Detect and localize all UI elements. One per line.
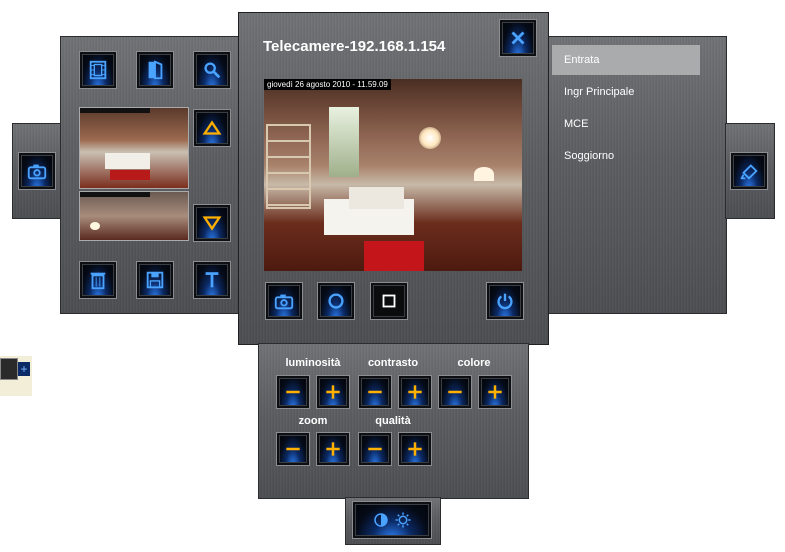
door-button[interactable] <box>137 52 173 88</box>
mini-widget-icon <box>0 358 18 380</box>
thumbnail-1[interactable] <box>79 107 189 189</box>
camera-list-item-soggiorno[interactable]: Soggiorno <box>552 141 700 171</box>
brightness-icon <box>395 512 411 528</box>
camera-view: giovedì 26 agosto 2010 - 11.59.09 <box>264 79 522 271</box>
thumbnail-timestamp-bar <box>80 108 150 113</box>
camera-list-item-mce[interactable]: MCE <box>552 109 700 139</box>
ptz-side-button[interactable] <box>731 153 767 189</box>
door-icon <box>148 60 163 80</box>
record-button[interactable] <box>318 283 354 319</box>
search-icon <box>204 62 221 79</box>
brightness-plus-button[interactable] <box>317 376 349 408</box>
thumbnail-2[interactable] <box>79 191 189 241</box>
quality-plus-button[interactable] <box>399 433 431 465</box>
close-button[interactable] <box>500 20 536 56</box>
plus-icon <box>488 385 502 399</box>
contrast-icon <box>374 513 388 527</box>
camera-list-item-entrata[interactable]: Entrata <box>552 45 700 75</box>
contrast-label: contrasto <box>367 357 419 369</box>
mini-widget-plus-icon[interactable]: + <box>18 362 30 376</box>
scene-window-shape <box>329 107 359 177</box>
close-icon <box>511 31 525 45</box>
scroll-down-button[interactable] <box>194 205 230 241</box>
quality-label: qualità <box>375 415 411 427</box>
triangle-down-icon <box>202 216 222 231</box>
camera-list: Entrata Ingr Principale MCE Soggiorno <box>552 45 700 305</box>
plus-icon <box>408 385 422 399</box>
thumbnail-timestamp-bar <box>80 192 150 197</box>
thumbnail-lamp-shape <box>90 222 100 230</box>
window-title: Telecamere-192.168.1.154 <box>263 38 446 55</box>
scene-rug-shape <box>364 241 424 271</box>
circle-icon <box>328 293 344 309</box>
scene-floorlamp-shape <box>474 167 494 181</box>
thumbnail-sofa-shape <box>105 153 150 169</box>
search-button[interactable] <box>194 52 230 88</box>
film-icon <box>89 60 107 80</box>
color-label: colore <box>457 357 491 369</box>
quality-minus-button[interactable] <box>359 433 391 465</box>
brightness-minus-button[interactable] <box>277 376 309 408</box>
minus-icon <box>448 390 462 394</box>
camera-icon <box>27 164 47 180</box>
delete-button[interactable] <box>80 262 116 298</box>
scroll-up-button[interactable] <box>194 110 230 146</box>
snapshot-side-button[interactable] <box>19 153 55 189</box>
camera-timestamp: giovedì 26 agosto 2010 - 11.59.09 <box>264 79 391 90</box>
minus-icon <box>286 447 300 451</box>
square-icon <box>382 294 396 308</box>
plus-icon <box>326 442 340 456</box>
text-button[interactable] <box>194 262 230 298</box>
camera-list-item-ingr-principale[interactable]: Ingr Principale <box>552 77 700 107</box>
scene-shelf-shape <box>266 124 311 209</box>
ptz-camera-icon <box>740 164 758 180</box>
zoom-label: zoom <box>298 415 328 427</box>
scene-sofa2-shape <box>349 187 404 209</box>
camera-icon <box>274 294 294 310</box>
floppy-icon <box>146 271 164 289</box>
minus-icon <box>286 390 300 394</box>
adjust-toggle-button[interactable] <box>353 502 431 538</box>
power-icon <box>497 293 513 310</box>
zoom-minus-button[interactable] <box>277 433 309 465</box>
trash-icon <box>90 272 106 290</box>
minus-icon <box>368 390 382 394</box>
scene-lamp-shape <box>419 127 441 149</box>
save-button[interactable] <box>137 262 173 298</box>
contrast-minus-button[interactable] <box>359 376 391 408</box>
stop-button[interactable] <box>371 283 407 319</box>
plus-icon <box>408 442 422 456</box>
text-t-icon <box>205 272 219 288</box>
contrast-plus-button[interactable] <box>399 376 431 408</box>
triangle-up-icon <box>202 120 222 135</box>
color-plus-button[interactable] <box>479 376 511 408</box>
video-button[interactable] <box>80 52 116 88</box>
snapshot-button[interactable] <box>266 283 302 319</box>
minus-icon <box>368 447 382 451</box>
plus-icon <box>326 385 340 399</box>
thumbnail-rug-shape <box>110 170 150 180</box>
color-minus-button[interactable] <box>439 376 471 408</box>
brightness-label: luminosità <box>285 357 341 369</box>
zoom-plus-button[interactable] <box>317 433 349 465</box>
power-button[interactable] <box>487 283 523 319</box>
